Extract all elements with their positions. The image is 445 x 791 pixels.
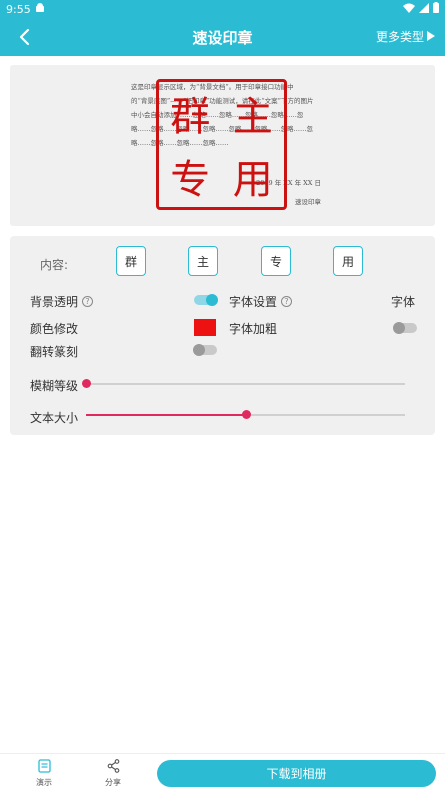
play-arrow-icon bbox=[427, 30, 435, 44]
color-swatch[interactable] bbox=[194, 319, 216, 336]
settings-panel: 内容: 群 主 专 用 背景透明 ? 字体设置 ? 字体 颜色修改 字体加粗 翻… bbox=[10, 236, 435, 435]
font-select[interactable]: 字体 bbox=[391, 293, 415, 310]
color-modify-label: 颜色修改 bbox=[30, 322, 79, 336]
text-size-slider[interactable] bbox=[86, 410, 405, 419]
font-settings-label: 字体设置 bbox=[229, 295, 278, 309]
doc-signature-name: 速设印章 bbox=[295, 198, 321, 206]
share-icon bbox=[107, 759, 120, 775]
char-input-3[interactable]: 专 bbox=[261, 246, 291, 276]
font-settings-row: 字体设置 ? bbox=[229, 293, 293, 310]
tab-demo[interactable]: 演示 bbox=[19, 759, 69, 788]
flip-engrave-toggle[interactable] bbox=[193, 344, 217, 356]
slider-thumb[interactable] bbox=[82, 379, 91, 388]
more-types-button[interactable]: 更多类型 bbox=[376, 28, 435, 45]
toggle-knob bbox=[393, 322, 405, 334]
android-icon bbox=[35, 2, 45, 16]
char-input-1[interactable]: 群 bbox=[116, 246, 146, 276]
bg-transparent-label: 背景透明 bbox=[30, 295, 79, 309]
char-input-2[interactable]: 主 bbox=[188, 246, 218, 276]
text-size-label: 文本大小 bbox=[30, 411, 79, 425]
help-icon[interactable]: ? bbox=[281, 296, 293, 307]
signal-icon bbox=[419, 2, 429, 16]
more-types-label: 更多类型 bbox=[375, 30, 424, 44]
slider-fill bbox=[86, 414, 246, 416]
download-to-album-button[interactable]: 下载到相册 bbox=[157, 760, 436, 787]
tab-demo-label: 演示 bbox=[36, 778, 52, 787]
char-input-4[interactable]: 用 bbox=[333, 246, 363, 276]
stamp-char: 专 bbox=[170, 156, 211, 203]
blur-level-slider[interactable] bbox=[82, 379, 405, 388]
document-icon bbox=[37, 759, 51, 775]
tab-share-label: 分享 bbox=[105, 778, 121, 787]
bg-transparent-toggle[interactable] bbox=[194, 294, 218, 306]
status-time: 9:55 bbox=[6, 2, 31, 16]
stamp-char: 主 bbox=[232, 94, 273, 141]
stamp-seal: 群 主 专 用 bbox=[156, 79, 287, 210]
wifi-icon bbox=[403, 3, 415, 16]
bottom-bar: 演示 分享 下载到相册 bbox=[0, 753, 445, 791]
stamp-char: 群 bbox=[170, 94, 211, 141]
help-icon[interactable]: ? bbox=[82, 296, 94, 307]
app-bar: 速设印章 更多类型 bbox=[0, 18, 445, 56]
tab-share[interactable]: 分享 bbox=[88, 759, 138, 788]
battery-icon bbox=[433, 2, 439, 16]
flip-engrave-label: 翻转篆刻 bbox=[30, 345, 79, 359]
font-bold-label: 字体加粗 bbox=[229, 322, 278, 336]
stamp-char: 用 bbox=[232, 156, 273, 203]
status-bar: 9:55 bbox=[0, 0, 445, 18]
blur-level-label: 模糊等级 bbox=[30, 379, 79, 393]
font-bold-toggle[interactable] bbox=[393, 322, 417, 334]
toggle-knob bbox=[206, 294, 218, 306]
toggle-knob bbox=[193, 344, 205, 356]
stamp-preview: 这是印章显示区域，为“背景文档”。用于印章接口功能中 的“背景底图”——“把印章… bbox=[10, 65, 435, 226]
bg-transparent-row: 背景透明 ? bbox=[30, 293, 94, 310]
content-label: 内容: bbox=[40, 258, 69, 272]
slider-thumb[interactable] bbox=[242, 410, 251, 419]
